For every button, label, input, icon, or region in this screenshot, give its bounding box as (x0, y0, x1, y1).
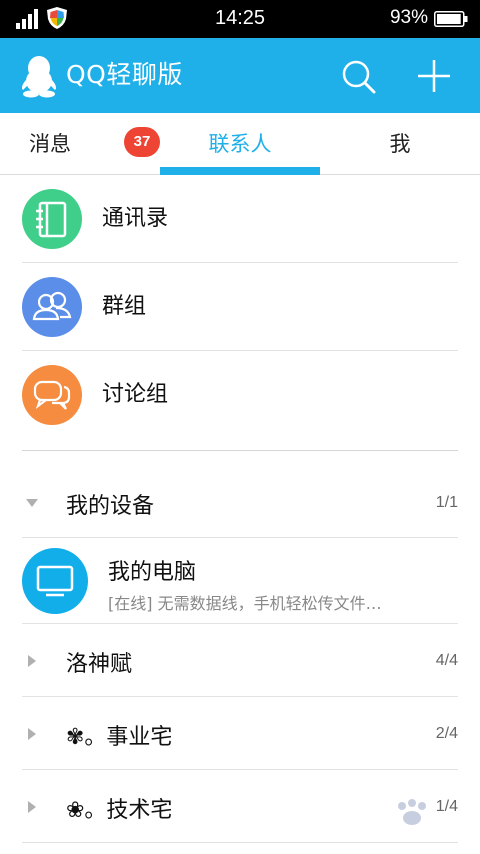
address-book-icon (22, 189, 82, 249)
divider (22, 842, 458, 843)
group-count: 4/4 (435, 652, 458, 669)
quick-entry-label: 讨论组 (102, 382, 169, 407)
battery-icon (434, 11, 468, 27)
group-name: ❀。技术宅 (66, 798, 173, 823)
quick-entry-address-book[interactable]: 通讯录 (0, 175, 480, 263)
quick-entry-label: 通讯录 (102, 206, 169, 231)
collapsed-arrow-icon (28, 655, 36, 667)
collapsed-arrow-icon (28, 728, 36, 740)
group-name: 我的设备 (66, 494, 155, 519)
group-row-luoshenfu[interactable]: 洛神赋 4/4 (0, 624, 480, 697)
active-tab-indicator (160, 167, 320, 175)
group-icon (22, 277, 82, 337)
device-status: [在线] 无需数据线，手机轻松传文件… (108, 594, 382, 613)
group-name: ✾。事业宅 (66, 725, 173, 750)
group-count: 1/1 (435, 494, 458, 511)
tab-me-label: 我 (389, 132, 411, 156)
group-row-career[interactable]: ✾。事业宅 2/4 (0, 697, 480, 770)
status-bar: 14:25 93% (0, 0, 480, 38)
collapsed-arrow-icon (28, 801, 36, 813)
search-button[interactable] (336, 54, 380, 98)
tab-contacts-label: 联系人 (208, 132, 272, 156)
device-title: 我的电脑 (108, 560, 197, 585)
monitor-icon (22, 548, 88, 614)
group-row-my-devices[interactable]: 我的设备 1/1 (0, 452, 480, 538)
quick-entry-discussions[interactable]: 讨论组 (0, 351, 480, 439)
quick-entry-label: 群组 (102, 294, 147, 319)
expanded-arrow-icon (26, 499, 38, 507)
watermark-logo-icon (398, 799, 426, 825)
tab-messages-label: 消息 (29, 132, 71, 156)
add-button[interactable] (410, 54, 458, 98)
app-title: QQ轻聊版 (66, 60, 183, 89)
app-bar: QQ轻聊版 (0, 38, 480, 113)
tab-messages[interactable]: 消息 37 (0, 113, 160, 175)
tab-me[interactable]: 我 (320, 113, 480, 175)
discussion-icon (22, 365, 82, 425)
group-count: 2/4 (435, 725, 458, 742)
plus-icon (418, 60, 450, 92)
battery-percentage: 93% (389, 7, 428, 28)
search-icon (342, 60, 376, 94)
qq-penguin-logo-icon (22, 56, 56, 98)
quick-entry-groups[interactable]: 群组 (0, 263, 480, 351)
unread-badge: 37 (124, 127, 160, 157)
tab-bar: 消息 37 联系人 我 (0, 113, 480, 175)
device-row-my-computer[interactable]: 我的电脑 [在线] 无需数据线，手机轻松传文件… (0, 538, 480, 624)
group-name: 洛神赋 (66, 652, 133, 677)
section-divider (22, 450, 458, 451)
tab-contacts[interactable]: 联系人 (160, 113, 320, 175)
